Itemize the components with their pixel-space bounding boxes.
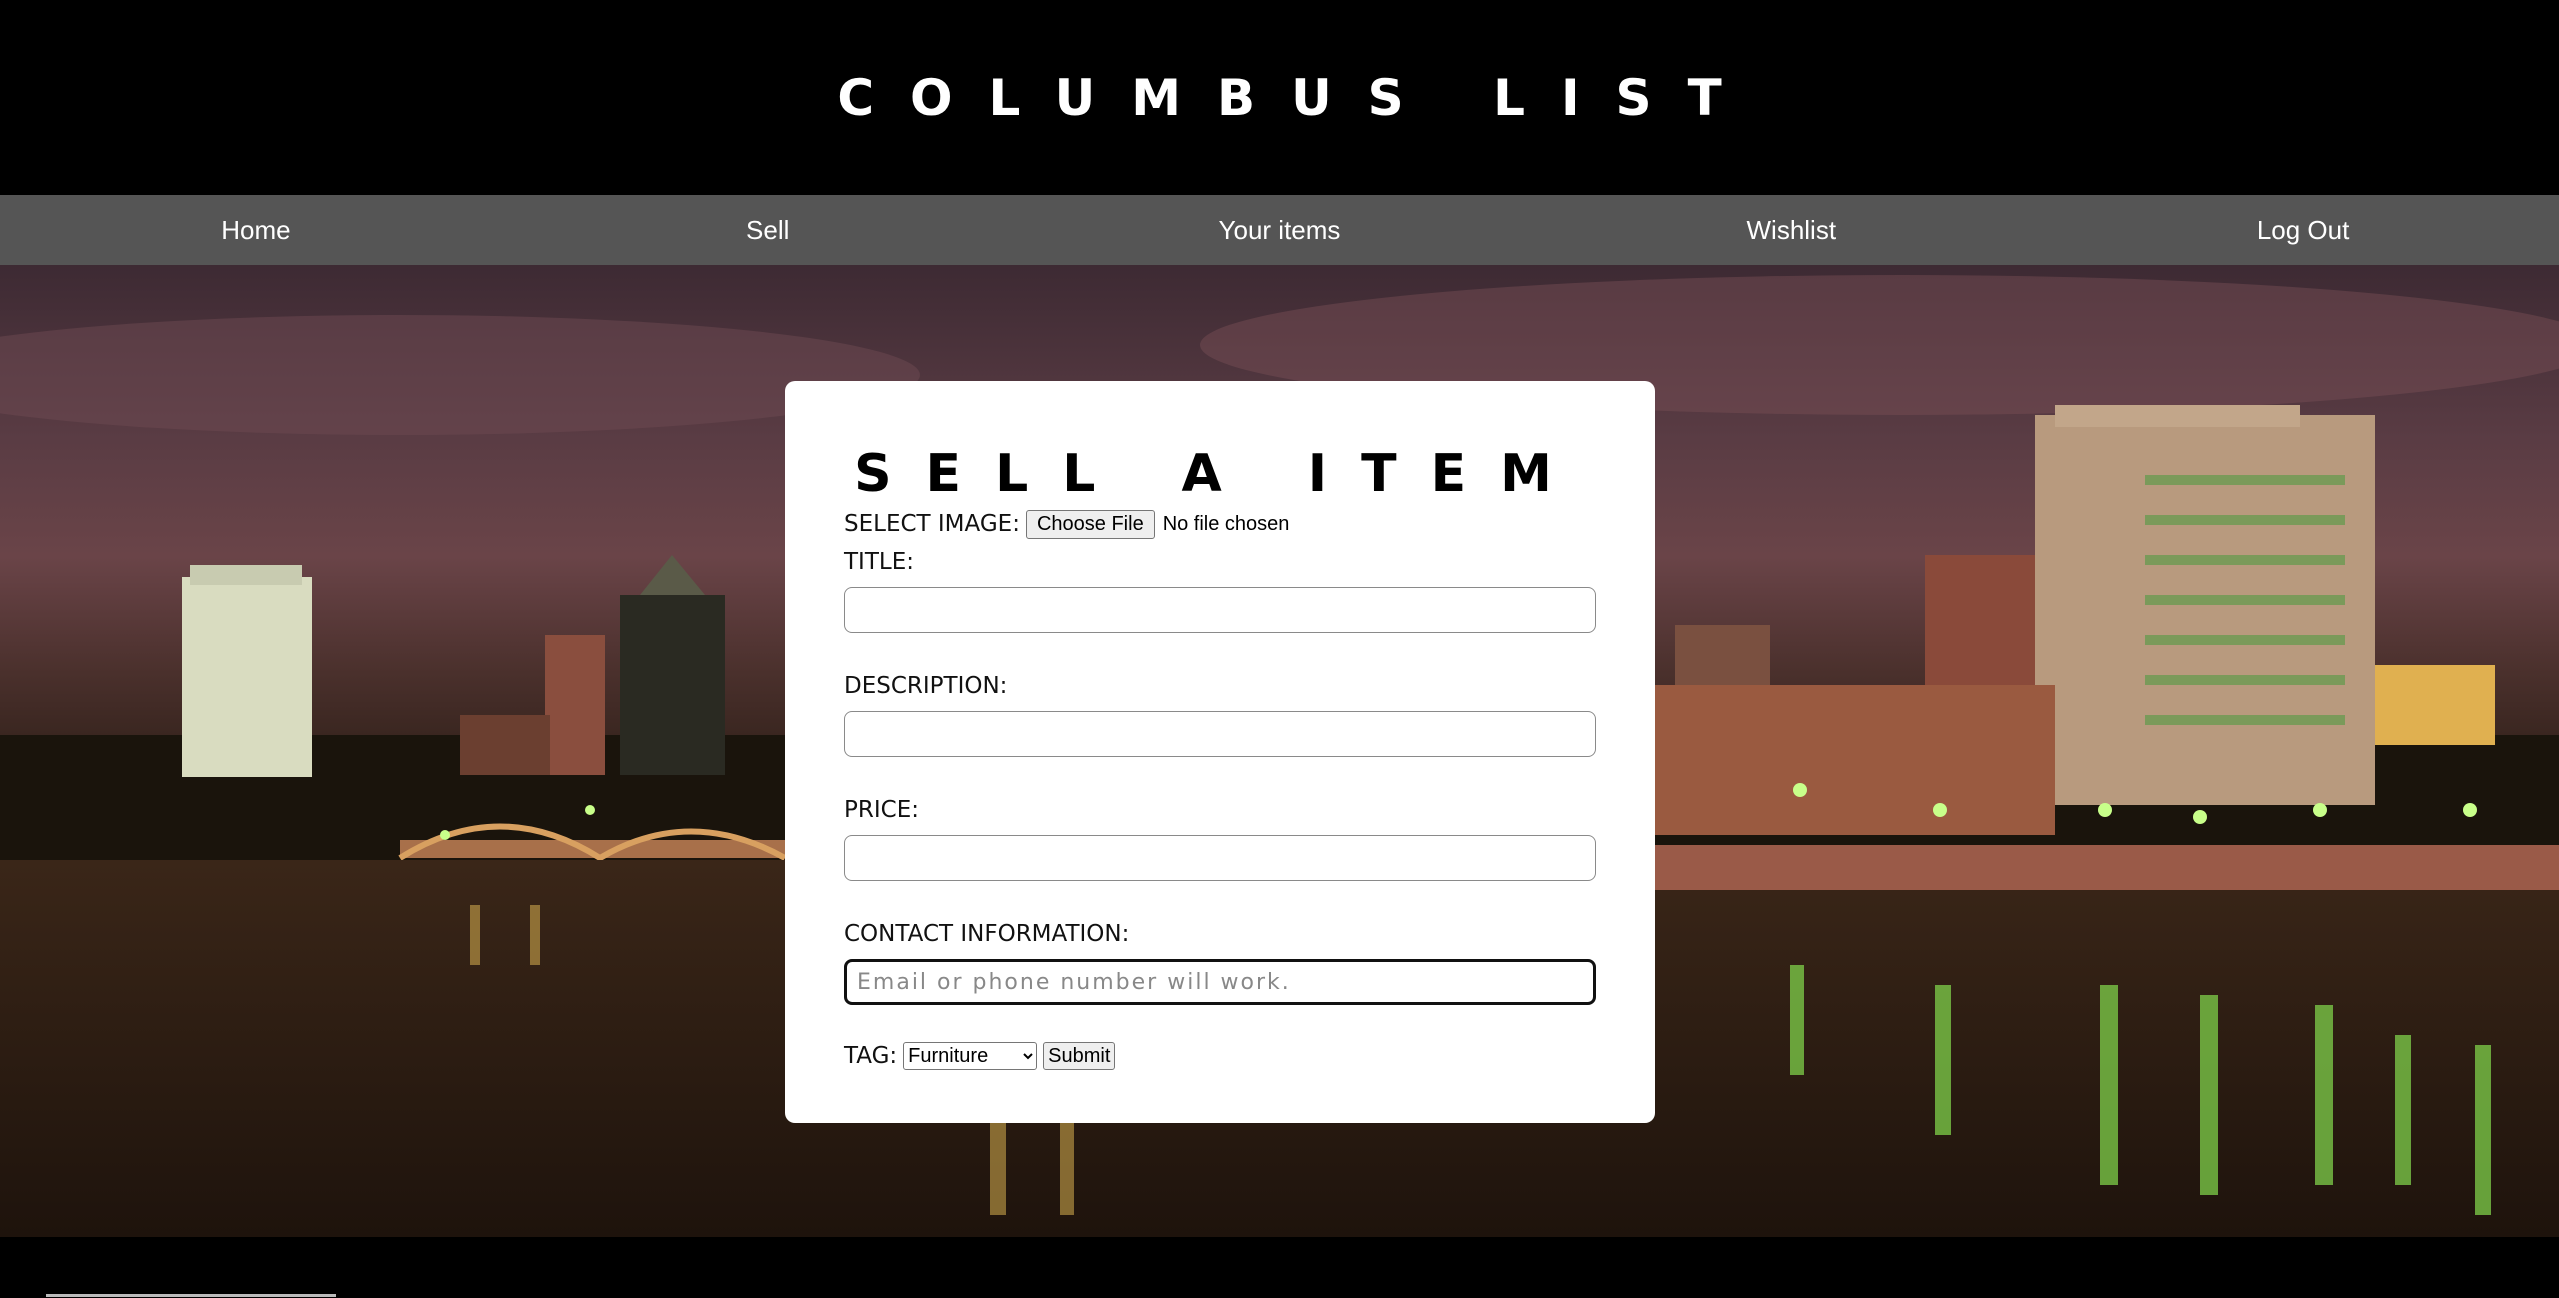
footer-scrollbar[interactable] — [46, 1294, 336, 1297]
title-label: TITLE: — [844, 549, 914, 575]
nav-your-items[interactable]: Your items — [1024, 195, 1536, 265]
price-label: PRICE: — [844, 797, 919, 823]
site-title: COLUMBUS LIST — [837, 68, 1758, 127]
description-input[interactable] — [844, 711, 1596, 757]
price-input[interactable] — [844, 835, 1596, 881]
tag-label: TAG: — [844, 1043, 898, 1069]
nav-log-out[interactable]: Log Out — [2047, 195, 2559, 265]
main-nav: Home Sell Your items Wishlist Log Out — [0, 195, 2559, 265]
choose-file-button[interactable]: Choose File — [1025, 509, 1155, 539]
image-picker-row: SELECT IMAGE: Choose File No file chosen — [844, 507, 1596, 541]
contact-input[interactable] — [844, 959, 1596, 1005]
nav-home[interactable]: Home — [0, 195, 512, 265]
image-label: SELECT IMAGE: — [844, 511, 1020, 537]
tag-select[interactable]: Furniture — [903, 1042, 1038, 1070]
title-input[interactable] — [844, 587, 1596, 633]
nav-sell[interactable]: Sell — [512, 195, 1024, 265]
file-status: No file chosen — [1162, 512, 1290, 535]
site-header: COLUMBUS LIST — [0, 0, 2559, 195]
sell-form-card: SELL A ITEM SELECT IMAGE: Choose File No… — [785, 381, 1655, 1123]
contact-label: CONTACT INFORMATION: — [844, 921, 1130, 947]
form-title: SELL A ITEM — [854, 444, 1586, 504]
tag-row: TAG: Furniture Submit — [844, 1039, 1596, 1073]
submit-button[interactable]: Submit — [1043, 1042, 1116, 1070]
description-label: DESCRIPTION: — [844, 673, 1008, 699]
nav-wishlist[interactable]: Wishlist — [1535, 195, 2047, 265]
page-footer — [0, 1237, 2559, 1298]
